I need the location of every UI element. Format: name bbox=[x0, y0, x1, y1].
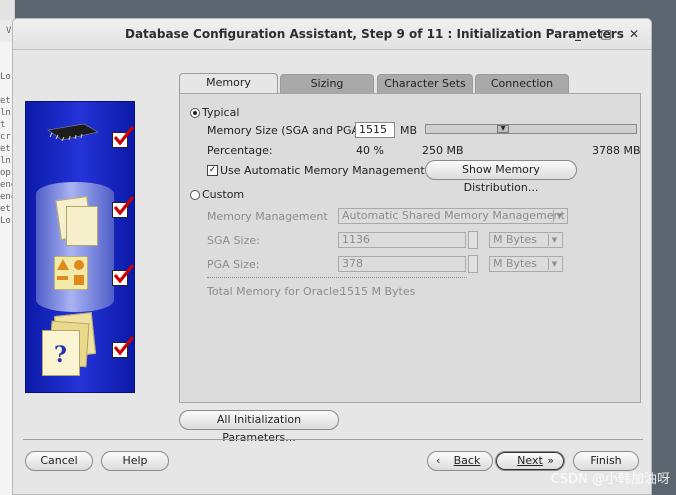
background-terminal-line: Lo bbox=[0, 216, 11, 226]
total-memory-label: Total Memory for Oracle: bbox=[207, 285, 343, 298]
dbca-window: Database Configuration Assistant, Step 9… bbox=[12, 18, 652, 495]
window-title: Database Configuration Assistant, Step 9… bbox=[125, 27, 624, 41]
memory-management-label: Memory Management bbox=[207, 210, 328, 223]
background-terminal-line: op bbox=[0, 168, 11, 178]
chevron-down-icon: ▼ bbox=[548, 234, 560, 246]
chevron-down-icon: ▼ bbox=[553, 210, 565, 222]
chip-icon bbox=[47, 123, 99, 142]
use-amm-label: Use Automatic Memory Management bbox=[220, 164, 425, 177]
pga-unit-select[interactable]: M Bytes ▼ bbox=[489, 256, 563, 272]
back-arrow-icon: ‹ bbox=[436, 454, 441, 467]
slider-max-label: 3788 MB bbox=[592, 144, 641, 157]
background-terminal-line: cr bbox=[0, 132, 11, 142]
background-terminal-line: et bbox=[0, 144, 11, 154]
cancel-button[interactable]: Cancel bbox=[25, 451, 93, 471]
memory-slider[interactable]: ▼ bbox=[425, 124, 637, 134]
pga-unit-value: M Bytes bbox=[493, 257, 537, 270]
total-memory-value: 1515 M Bytes bbox=[340, 285, 416, 298]
shapes-icon bbox=[54, 256, 88, 290]
background-terminal-titlebar bbox=[0, 0, 14, 21]
step-complete-checkbox bbox=[112, 125, 135, 148]
watermark-text: CSDN @小韩加油呀 bbox=[550, 472, 670, 487]
background-terminal-line: et bbox=[0, 96, 11, 106]
step-complete-checkbox bbox=[112, 263, 135, 286]
typical-label: Typical bbox=[202, 106, 240, 119]
sga-size-input[interactable]: 1136 bbox=[338, 232, 466, 248]
memory-management-select[interactable]: Automatic Shared Memory Management ▼ bbox=[338, 208, 568, 224]
pga-size-spinner[interactable] bbox=[468, 255, 478, 273]
step-complete-checkbox bbox=[112, 195, 135, 218]
tab-memory[interactable]: Memory bbox=[179, 73, 278, 94]
slider-thumb[interactable]: ▼ bbox=[497, 125, 509, 133]
tab-connection-mode[interactable]: Connection Mode bbox=[475, 74, 569, 108]
percentage-value: 40 % bbox=[356, 144, 384, 157]
help-button[interactable]: Help bbox=[101, 451, 169, 471]
chevron-down-icon: ▼ bbox=[548, 258, 560, 270]
tab-character-sets[interactable]: Character Sets bbox=[377, 74, 473, 93]
sga-unit-select[interactable]: M Bytes ▼ bbox=[489, 232, 563, 248]
tab-sizing[interactable]: Sizing bbox=[280, 74, 374, 93]
memory-size-label: Memory Size (SGA and PGA): bbox=[207, 124, 367, 137]
percentage-label: Percentage: bbox=[207, 144, 273, 157]
close-button[interactable]: ✕ bbox=[625, 25, 643, 43]
total-separator bbox=[207, 277, 467, 278]
memory-panel: Typical Memory Size (SGA and PGA): 1515 … bbox=[179, 93, 641, 403]
memory-size-input[interactable]: 1515 bbox=[355, 122, 395, 138]
minimize-button[interactable]: _ bbox=[569, 25, 587, 43]
show-memory-distribution-button[interactable]: Show Memory Distribution... bbox=[425, 160, 577, 194]
custom-label: Custom bbox=[202, 188, 245, 201]
window-titlebar[interactable]: Database Configuration Assistant, Step 9… bbox=[13, 19, 651, 50]
document-icon bbox=[66, 206, 98, 246]
background-terminal-line: t bbox=[0, 120, 6, 130]
all-initialization-parameters-button[interactable]: All Initialization Parameters... bbox=[179, 410, 339, 444]
background-terminal-line: Lo bbox=[0, 72, 11, 82]
typical-radio[interactable] bbox=[190, 108, 200, 118]
back-button[interactable]: ‹ Back bbox=[427, 451, 493, 471]
sga-unit-value: M Bytes bbox=[493, 233, 537, 246]
sga-size-spinner[interactable] bbox=[468, 231, 478, 249]
next-label: Next bbox=[517, 454, 543, 467]
slider-min-label: 250 MB bbox=[422, 144, 464, 157]
background-terminal-label: V bbox=[6, 26, 12, 36]
background-terminal-line: et bbox=[0, 204, 11, 214]
memory-management-value: Automatic Shared Memory Management bbox=[342, 209, 565, 222]
database-icon bbox=[36, 182, 114, 312]
step-complete-checkbox bbox=[112, 335, 135, 358]
custom-radio[interactable] bbox=[190, 190, 200, 200]
background-terminal-line: ln bbox=[0, 108, 11, 118]
wizard-illustration: ? bbox=[25, 101, 135, 393]
background-terminal-line: ln bbox=[0, 156, 11, 166]
pga-size-label: PGA Size: bbox=[207, 258, 260, 271]
back-label: Back bbox=[453, 454, 481, 467]
footer-separator bbox=[23, 439, 643, 440]
use-amm-checkbox[interactable]: ✓ bbox=[207, 165, 218, 176]
maximize-button[interactable]: □ bbox=[597, 25, 615, 43]
memory-size-unit: MB bbox=[400, 124, 418, 137]
sga-size-label: SGA Size: bbox=[207, 234, 260, 247]
pga-size-input[interactable]: 378 bbox=[338, 256, 466, 272]
